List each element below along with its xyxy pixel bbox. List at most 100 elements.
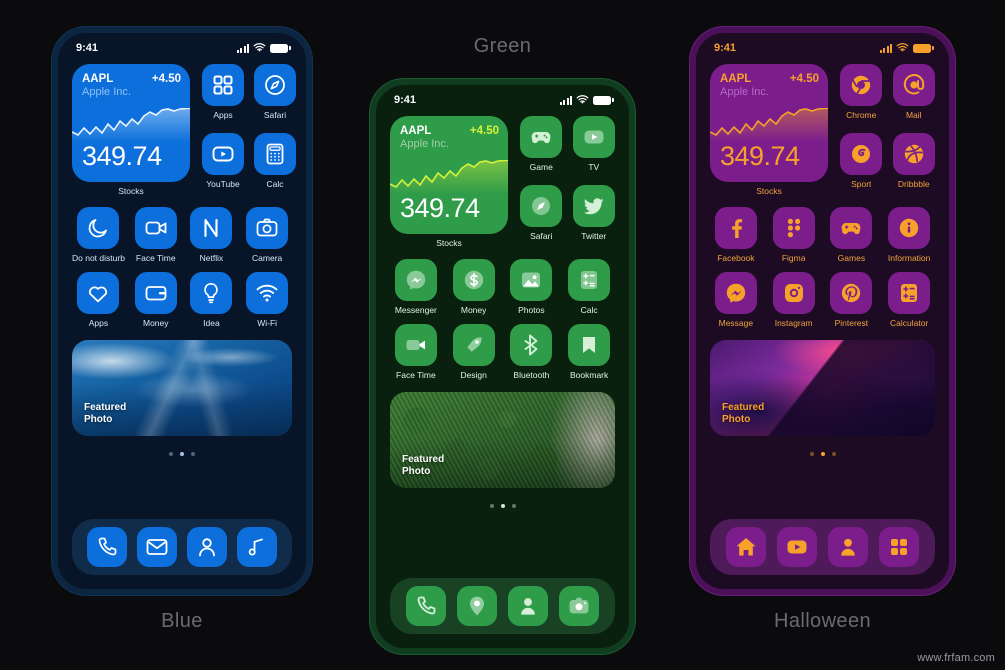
pinterest-icon[interactable] [830,272,873,314]
page-dot[interactable] [809,452,814,456]
video-camera-icon[interactable] [394,324,437,366]
app-bookmark[interactable]: Bookmark [563,324,615,380]
calculator-icon[interactable] [888,272,931,314]
featured-photo-widget[interactable]: Featured Photo [710,340,935,436]
figma-icon[interactable] [772,207,815,249]
featured-photo-widget[interactable]: Featured Photo [72,340,292,436]
calculator-icon[interactable] [568,259,611,301]
app-mail[interactable]: Mail [892,64,936,127]
app-face-time[interactable]: Face Time [131,207,181,263]
dribbble-icon[interactable] [892,133,935,175]
app-do-not-disturb[interactable]: Do not disturb [72,207,125,263]
person-icon[interactable] [187,527,227,567]
map-pin-icon[interactable] [456,586,497,626]
youtube-play-icon[interactable] [202,133,244,175]
page-indicator[interactable] [390,504,615,508]
app-money[interactable]: Money [448,259,500,315]
app-safari[interactable]: Safari [520,185,563,248]
app-dribbble[interactable]: Dribbble [892,133,936,196]
featured-photo-widget[interactable]: Featured Photo [390,392,615,488]
camera-icon[interactable] [246,207,289,249]
app-safari[interactable]: Safari [254,64,296,127]
sport-swirl-icon[interactable] [840,133,883,175]
app-photos[interactable]: Photos [506,259,558,315]
page-dot-active[interactable] [820,452,825,456]
app-chrome[interactable]: Chrome [840,64,883,127]
app-sport[interactable]: Sport [840,133,883,196]
messenger-icon[interactable] [394,259,437,301]
app-information[interactable]: Information [883,207,935,263]
pen-nib-icon[interactable] [452,324,495,366]
bookmark-icon[interactable] [568,324,611,366]
page-dot[interactable] [489,504,494,508]
app-camera[interactable]: Camera [242,207,292,263]
app-netflix[interactable]: Netflix [187,207,237,263]
home-icon[interactable] [725,527,766,567]
app-game[interactable]: Game [520,116,563,179]
page-indicator[interactable] [710,452,935,456]
app-face-time[interactable]: Face Time [390,324,442,380]
app-idea[interactable]: Idea [187,272,237,328]
info-icon[interactable] [888,207,931,249]
app-money[interactable]: Money [131,272,181,328]
app-games[interactable]: Games [826,207,878,263]
music-note-icon[interactable] [237,527,277,567]
app-instagram[interactable]: Instagram [768,272,820,328]
page-dot-active[interactable] [180,452,184,456]
wifi-icon[interactable] [246,272,289,314]
app-tv[interactable]: TV [572,116,616,179]
app-calc[interactable]: Calc [563,259,615,315]
stocks-widget-wrap[interactable]: AAPL +4.50 Apple Inc. 349.74 Stocks [390,116,508,248]
person-icon[interactable] [508,586,549,626]
youtube-play-icon[interactable] [776,527,817,567]
stocks-widget-wrap[interactable]: AAPL +4.50 Apple Inc. 349.74 Stocks [72,64,190,196]
calculator-icon[interactable] [254,133,296,175]
bluetooth-icon[interactable] [510,324,553,366]
stocks-widget[interactable]: AAPL +4.50 Apple Inc. 349.74 [72,64,190,182]
app-apps-heart[interactable]: Apps [72,272,125,328]
chrome-icon[interactable] [840,64,883,106]
app-design[interactable]: Design [448,324,500,380]
app-facebook[interactable]: Facebook [710,207,762,263]
app-figma[interactable]: Figma [768,207,820,263]
twitter-bird-icon[interactable] [572,185,615,227]
stocks-widget[interactable]: AAPL +4.50 Apple Inc. 349.74 [390,116,508,234]
grid-apps-icon[interactable] [879,527,920,567]
page-dot[interactable] [511,504,516,508]
gamepad-icon[interactable] [830,207,873,249]
stocks-widget[interactable]: AAPL +4.50 Apple Inc. 349.74 [710,64,828,182]
phone-icon[interactable] [405,586,446,626]
mail-at-icon[interactable] [892,64,935,106]
video-camera-icon[interactable] [134,207,177,249]
instagram-icon[interactable] [772,272,815,314]
gamepad-icon[interactable] [520,116,563,158]
tv-play-icon[interactable] [572,116,615,158]
stocks-widget-wrap[interactable]: AAPL +4.50 Apple Inc. 349.74 Stocks [710,64,828,196]
person-icon[interactable] [828,527,869,567]
messenger-icon[interactable] [714,272,757,314]
dollar-coin-icon[interactable] [452,259,495,301]
grid-apps-icon[interactable] [202,64,244,106]
app-apps[interactable]: Apps [202,64,244,127]
netflix-n-icon[interactable] [190,207,233,249]
envelope-icon[interactable] [137,527,177,567]
facebook-icon[interactable] [714,207,757,249]
app-messenger[interactable]: Messenger [390,259,442,315]
wallet-icon[interactable] [134,272,177,314]
app-wifi[interactable]: Wi-Fi [242,272,292,328]
app-pinterest[interactable]: Pinterest [826,272,878,328]
page-dot-active[interactable] [500,504,505,508]
camera-icon[interactable] [559,586,600,626]
photos-icon[interactable] [510,259,553,301]
page-dot[interactable] [831,452,836,456]
safari-compass-icon[interactable] [254,64,296,106]
app-bluetooth[interactable]: Bluetooth [506,324,558,380]
page-dot[interactable] [169,452,173,456]
app-twitter[interactable]: Twitter [572,185,616,248]
lightbulb-icon[interactable] [190,272,233,314]
heart-icon[interactable] [77,272,120,314]
app-calc[interactable]: Calc [254,133,296,196]
page-indicator[interactable] [72,452,292,456]
app-youtube[interactable]: YouTube [202,133,244,196]
moon-icon[interactable] [77,207,120,249]
